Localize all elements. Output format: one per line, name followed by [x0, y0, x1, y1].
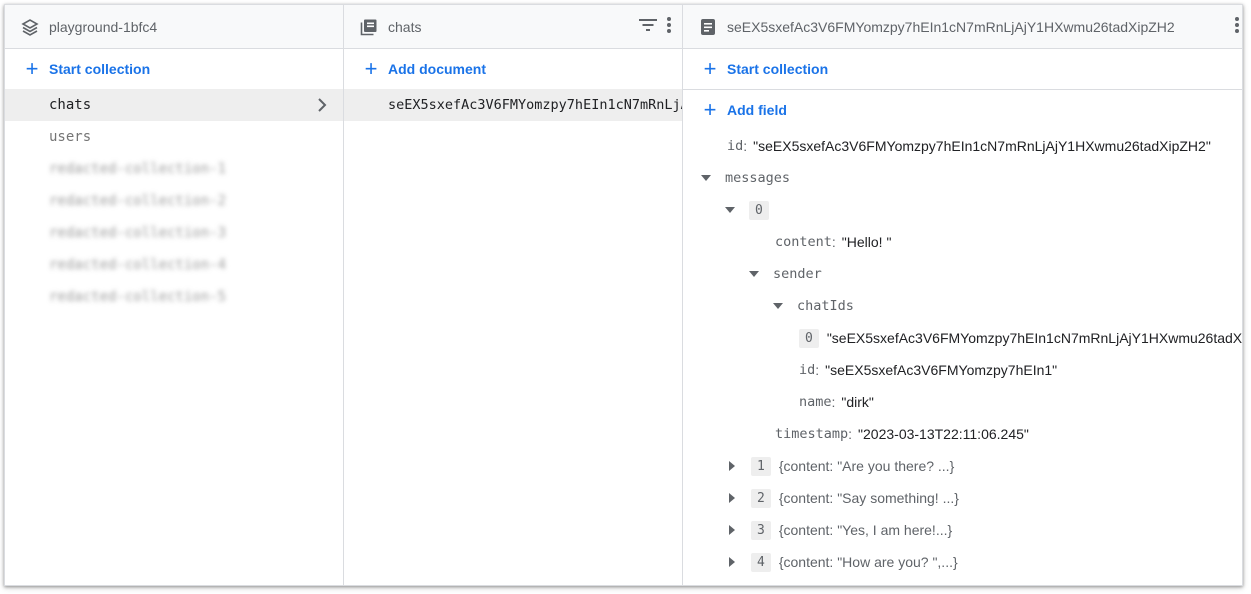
field-key: messages — [725, 170, 791, 186]
add-document-button[interactable]: + Add document — [344, 49, 682, 89]
caret-right-icon[interactable] — [727, 461, 737, 471]
field-value: "seEX5sxefAc3V6FMYomzpy7hEIn1cN7mRnLjAjY… — [826, 330, 1242, 346]
plus-icon: + — [364, 56, 378, 81]
project-title: playground-1bfc4 — [49, 18, 158, 35]
collection-item-redacted[interactable]: redacted-collection-5 — [5, 281, 343, 313]
array-item-summary: {content: "How are you? ",...} — [778, 554, 958, 570]
document-panel: seEX5sxefAc3V6FMYomzpy7hEIn1cN7mRnLjAjY1… — [683, 5, 1242, 585]
field-colon: : — [831, 234, 836, 250]
collection-item-redacted[interactable]: redacted-collection-4 — [5, 249, 343, 281]
start-collection-button[interactable]: + Start collection — [5, 49, 343, 89]
array-item-summary: {content: "Are you there? ...} — [778, 458, 955, 474]
caret-down-icon[interactable] — [749, 269, 759, 279]
caret-right-icon[interactable] — [727, 557, 737, 567]
array-index-badge: 4 — [751, 552, 771, 572]
field-key: content — [775, 234, 832, 250]
field-colon: : — [848, 426, 853, 442]
collection-item-redacted[interactable]: redacted-collection-3 — [5, 217, 343, 249]
collection-panel-header: chats — [344, 5, 682, 49]
field-key: id — [799, 362, 816, 378]
field-key: id — [727, 138, 744, 154]
field-key: timestamp — [775, 426, 849, 442]
filter-icon[interactable] — [638, 17, 658, 38]
array-index-badge: 3 — [751, 520, 771, 540]
collection-label: redacted-collection-1 — [49, 161, 227, 177]
field-messages[interactable]: messages — [701, 162, 790, 194]
plus-icon: + — [25, 56, 39, 81]
field-sender[interactable]: sender — [749, 258, 822, 290]
more-vert-icon[interactable] — [1234, 16, 1240, 39]
chatIds-item-0[interactable]: 0 "seEX5sxefAc3V6FMYomzpy7hEIn1cN7mRnLjA… — [799, 322, 1242, 354]
collection-title: chats — [388, 18, 422, 35]
field-sender-id[interactable]: id: "seEX5sxefAc3V6FMYomzpy7hEIn1" — [799, 354, 1057, 386]
collection-panel: chats + Add document seEX5sxefAc3V6FMYom… — [344, 5, 683, 585]
array-item-collapsed[interactable]: 1 {content: "Are you there? ...} — [727, 450, 954, 482]
field-id[interactable]: id: "seEX5sxefAc3V6FMYomzpy7hEIn1cN7mRnL… — [727, 130, 1211, 162]
add-document-label: Add document — [388, 61, 486, 77]
array-index-badge: 1 — [751, 456, 771, 476]
collection-header-actions — [638, 5, 672, 49]
collection-label: redacted-collection-2 — [49, 193, 227, 209]
more-vert-icon[interactable] — [666, 16, 672, 39]
document-panel-header: seEX5sxefAc3V6FMYomzpy7hEIn1cN7mRnLjAjY1… — [683, 5, 1242, 49]
array-item-collapsed[interactable]: 3 {content: "Yes, I am here!...} — [727, 514, 952, 546]
field-value: "seEX5sxefAc3V6FMYomzpy7hEIn1" — [825, 362, 1058, 378]
array-index-badge: 2 — [751, 488, 771, 508]
collection-label: users — [49, 129, 92, 145]
field-colon: : — [815, 362, 820, 378]
field-name[interactable]: name: "dirk" — [799, 386, 874, 418]
collection-item-users[interactable]: users — [5, 121, 343, 153]
field-key: sender — [773, 266, 822, 282]
document-icon — [699, 18, 717, 36]
start-subcollection-button[interactable]: + Start collection — [683, 49, 1242, 89]
collection-icon — [360, 18, 378, 36]
array-item-0[interactable]: 0 — [725, 194, 777, 226]
document-label: seEX5sxefAc3V6FMYomzpy7hEIn1cN7mRnLjAjY1… — [388, 97, 682, 113]
document-item[interactable]: seEX5sxefAc3V6FMYomzpy7hEIn1cN7mRnLjAjY1… — [344, 89, 682, 121]
collection-label: chats — [49, 97, 92, 113]
document-title: seEX5sxefAc3V6FMYomzpy7hEIn1cN7mRnLjAjY1… — [727, 18, 1175, 35]
field-value: "2023-03-13T22:11:06.245" — [858, 426, 1029, 442]
collection-item-chats[interactable]: chats — [5, 89, 343, 121]
field-chatIds[interactable]: chatIds — [773, 290, 854, 322]
firestore-data-viewer: playground-1bfc4 + Start collection chat… — [4, 4, 1243, 586]
caret-down-icon[interactable] — [701, 173, 711, 183]
field-colon: : — [743, 138, 748, 154]
array-item-summary: {content: "Say something! ...} — [778, 490, 959, 506]
array-item-collapsed[interactable]: 4 {content: "How are you? ",...} — [727, 546, 958, 578]
plus-icon: + — [703, 97, 717, 122]
collection-item-redacted[interactable]: redacted-collection-1 — [5, 153, 343, 185]
start-collection-label: Start collection — [727, 61, 829, 77]
add-field-label: Add field — [727, 102, 787, 118]
collection-label: redacted-collection-4 — [49, 257, 227, 273]
field-value: "Hello! " — [841, 234, 892, 250]
caret-down-icon[interactable] — [773, 301, 783, 311]
field-content[interactable]: content: "Hello! " — [775, 226, 891, 258]
field-key: chatIds — [797, 298, 854, 314]
array-index-badge: 0 — [749, 200, 769, 220]
chevron-right-icon — [315, 97, 329, 117]
caret-down-icon[interactable] — [725, 205, 735, 215]
project-stack-icon — [21, 18, 39, 36]
collection-item-redacted[interactable]: redacted-collection-2 — [5, 185, 343, 217]
collection-label: redacted-collection-3 — [49, 225, 227, 241]
array-item-summary: {content: "Yes, I am here!...} — [778, 522, 953, 538]
field-timestamp[interactable]: timestamp: "2023-03-13T22:11:06.245" — [775, 418, 1029, 450]
field-value: "dirk" — [841, 394, 874, 410]
start-collection-label: Start collection — [49, 61, 151, 77]
array-index-badge: 0 — [799, 328, 819, 348]
caret-right-icon[interactable] — [727, 525, 737, 535]
field-value: "seEX5sxefAc3V6FMYomzpy7hEIn1cN7mRnLjAjY… — [753, 138, 1211, 154]
plus-icon: + — [703, 56, 717, 81]
root-panel: playground-1bfc4 + Start collection chat… — [5, 5, 344, 585]
document-header-actions — [1234, 5, 1240, 49]
root-panel-header: playground-1bfc4 — [5, 5, 343, 49]
field-colon: : — [831, 394, 836, 410]
add-field-button[interactable]: + Add field — [683, 90, 1242, 130]
collection-label: redacted-collection-5 — [49, 289, 227, 305]
caret-right-icon[interactable] — [727, 493, 737, 503]
field-key: name — [799, 394, 832, 410]
array-item-collapsed[interactable]: 2 {content: "Say something! ...} — [727, 482, 959, 514]
